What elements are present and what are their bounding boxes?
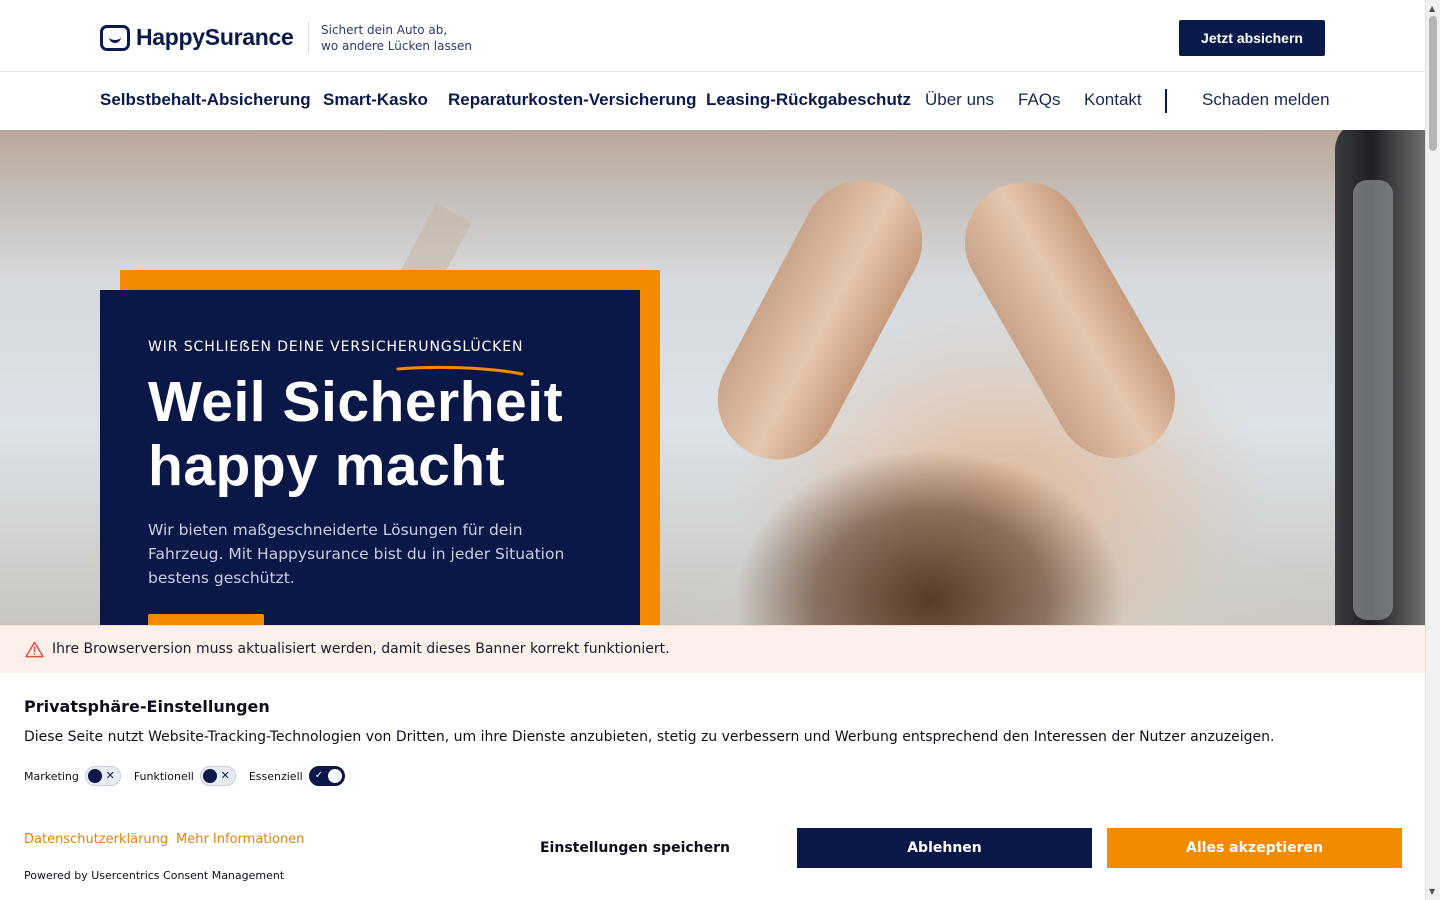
marketing-toggle[interactable]: ✕ [84,766,121,786]
accept-all-button[interactable]: Alles akzeptieren [1107,828,1402,868]
logo-text: HappySurance [136,24,294,50]
close-icon: ✕ [220,769,230,782]
browser-warning-text: Ihre Browserversion muss aktualisiert we… [52,641,670,657]
car-door-frame [1335,130,1425,625]
check-icon: ✓ [314,770,324,781]
scrollbar-thumb[interactable] [1429,16,1437,151]
logo-icon [100,24,130,51]
tagline: Sichert dein Auto ab, wo andere Lücken l… [308,22,472,54]
toggle-knob [87,769,102,783]
toggle-knob [202,769,217,783]
nav-item-faqs[interactable]: FAQs [1018,90,1061,110]
nav-item-selbstbehalt[interactable]: Selbstbehalt-Absicherung [100,90,311,110]
consent-toggles: Marketing ✕ Funktionell ✕ Essenziell ✓ [24,766,358,786]
main-nav: Selbstbehalt-Absicherung Smart-Kasko Rep… [0,73,1425,130]
logo-link[interactable]: HappySurance [100,24,294,51]
consent-description: Diese Seite nutzt Website-Tracking-Techn… [24,729,1275,745]
deny-button[interactable]: Ablehnen [797,828,1092,868]
consent-banner: Privatsphäre-Einstellungen Diese Seite n… [0,673,1425,900]
functional-toggle[interactable]: ✕ [199,766,236,786]
toggle-label-functional: Funktionell [133,769,194,783]
page-scrollbar[interactable]: ▲ ▼ [1425,0,1440,900]
raised-arm-right [943,160,1197,480]
tagline-line-1: Sichert dein Auto ab, [321,23,448,37]
hero-eyebrow: WIR SCHLIEẞEN DEINE VERSICHERUNGSLÜCKEN [148,339,524,355]
consent-title: Privatsphäre-Einstellungen [24,697,270,716]
nav-item-reparaturkosten[interactable]: Reparaturkosten-Versicherung [448,90,696,110]
report-claim-link[interactable]: Schaden melden [1202,90,1330,110]
toggle-label-marketing: Marketing [24,769,79,783]
scroll-down-arrow-icon[interactable]: ▼ [1429,887,1435,896]
powered-by-text: Powered by Usercentrics Consent Manageme… [24,869,285,882]
privacy-policy-link[interactable]: Datenschutzerklärung [24,832,168,847]
more-info-link[interactable]: Mehr Informationen [176,832,304,847]
save-settings-button[interactable]: Einstellungen speichern [488,828,782,868]
site-header: HappySurance Sichert dein Auto ab, wo an… [0,0,1425,72]
close-icon: ✕ [105,769,115,782]
hero-headline: Weil Sicherheit happy macht [148,370,608,498]
hero-headline-line-2: happy macht [148,434,506,498]
nav-item-smart-kasko[interactable]: Smart-Kasko [323,90,428,110]
get-insured-button[interactable]: Jetzt absichern [1179,20,1325,56]
hero-description: Wir bieten maßgeschneiderte Lösungen für… [148,521,565,587]
toggle-label-essential: Essenziell [248,769,303,783]
nav-divider [1165,89,1167,113]
essential-toggle[interactable]: ✓ [308,766,345,786]
nav-item-contact[interactable]: Kontakt [1084,90,1142,110]
hero-headline-line-1: Weil Sicherheit [148,370,564,434]
nav-item-about[interactable]: Über uns [925,90,994,110]
scroll-up-arrow-icon[interactable]: ▲ [1429,4,1435,13]
nav-item-leasing[interactable]: Leasing-Rückgabeschutz [706,90,911,110]
warning-triangle-icon [25,641,44,658]
tagline-line-2: wo andere Lücken lassen [321,39,472,53]
browser-warning-bar: Ihre Browserversion muss aktualisiert we… [0,625,1425,673]
toggle-knob [327,769,342,783]
raised-arm-left [696,159,944,481]
